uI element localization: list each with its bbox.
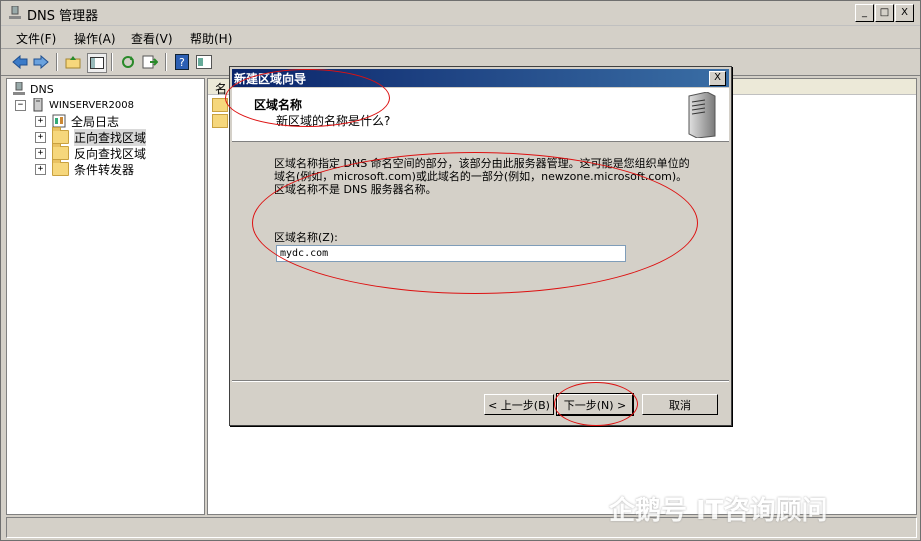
title-bar[interactable]: DNS 管理器 _ □ X <box>1 1 920 26</box>
folder-icon <box>52 143 69 160</box>
expand-icon[interactable]: + <box>35 163 46 175</box>
menu-file[interactable]: 文件(F) <box>16 30 56 47</box>
toolbar-separator <box>111 53 113 71</box>
zone-name-description: 区域名称指定 DNS 命名空间的部分，该部分由此服务器管理。这可能是您组织单位的… <box>274 157 690 196</box>
dialog-close-button[interactable]: X <box>709 71 726 86</box>
folder-icon <box>212 98 228 112</box>
watermark: 企鹅号 IT咨询顾问 <box>609 496 828 526</box>
back-button[interactable]: < 上一步(B) <box>484 394 554 415</box>
tree-node-server[interactable]: − WINSERVER2008 <box>15 97 134 113</box>
zone-name-input[interactable] <box>276 245 626 262</box>
close-button[interactable]: X <box>895 4 914 22</box>
forward-arrow-icon[interactable] <box>32 53 50 71</box>
wizard-body: 区域名称指定 DNS 命名空间的部分，该部分由此服务器管理。这可能是您组织单位的… <box>232 143 729 379</box>
maximize-button[interactable]: □ <box>875 4 894 22</box>
up-folder-icon[interactable] <box>64 53 82 71</box>
dns-app-icon <box>9 6 21 19</box>
folder-icon <box>52 127 69 144</box>
window-title: DNS 管理器 <box>27 9 99 24</box>
help-icon[interactable]: ? <box>173 53 191 71</box>
tree-label-conditional-forwarders: 条件转发器 <box>74 162 135 177</box>
wizard-page-title: 区域名称 <box>254 98 303 112</box>
computer-icon <box>33 98 43 112</box>
next-button[interactable]: 下一步(N) > <box>556 393 634 416</box>
console-tree: DNS − WINSERVER2008 + 全局日志 + 正向查找区域 + 反向… <box>6 78 205 515</box>
wizard-header: 区域名称 新区域的名称是什么? <box>232 88 729 142</box>
dialog-divider <box>232 380 729 382</box>
tree-label-server: WINSERVER2008 <box>49 99 134 111</box>
expand-icon[interactable]: + <box>35 115 46 127</box>
event-log-icon <box>52 114 66 128</box>
menu-action[interactable]: 操作(A) <box>74 30 116 47</box>
svg-text:?: ? <box>179 56 185 69</box>
dns-server-icon <box>13 82 25 95</box>
properties-icon[interactable] <box>195 53 213 71</box>
folder-icon <box>212 114 228 128</box>
wizard-page-subtitle: 新区域的名称是什么? <box>276 114 391 128</box>
expand-icon[interactable]: + <box>35 147 46 159</box>
column-header-name: 名 <box>215 82 228 96</box>
show-hide-console-tree-icon[interactable] <box>87 53 107 73</box>
folder-icon <box>52 159 69 176</box>
menu-help[interactable]: 帮助(H) <box>190 30 232 47</box>
tree-node-global-logs[interactable]: + 全局日志 <box>35 113 119 129</box>
menu-view[interactable]: 查看(V) <box>131 30 173 47</box>
collapse-icon[interactable]: − <box>15 99 26 111</box>
toolbar-separator <box>165 53 167 71</box>
cancel-button[interactable]: 取消 <box>642 394 718 415</box>
dialog-title: 新建区域向导 <box>234 72 307 86</box>
server-icon <box>688 92 716 138</box>
minimize-button[interactable]: _ <box>855 4 874 22</box>
tree-label-forward-lookup-zones: 正向查找区域 <box>74 128 147 146</box>
zone-name-label: 区域名称(Z): <box>274 231 338 244</box>
refresh-icon[interactable] <box>119 53 137 71</box>
tree-label-dns: DNS <box>30 82 54 96</box>
expand-icon[interactable]: + <box>35 131 46 143</box>
tree-node-conditional-forwarders[interactable]: + 条件转发器 <box>35 159 135 177</box>
tree-label-global-logs: 全局日志 <box>71 114 120 129</box>
tree-label-reverse-lookup-zones: 反向查找区域 <box>74 146 147 161</box>
tree-node-dns[interactable]: DNS <box>13 81 54 97</box>
back-arrow-icon[interactable] <box>11 53 29 71</box>
new-zone-wizard-dialog: 新建区域向导 X 区域名称 新区域的名称是什么? 区域名称指定 DNS 命名空间… <box>229 66 732 426</box>
dialog-title-bar[interactable]: 新建区域向导 X <box>232 69 729 87</box>
toolbar-separator <box>56 53 58 71</box>
menu-bar: 文件(F) 操作(A) 查看(V) 帮助(H) <box>1 26 920 49</box>
window-controls: _ □ X <box>854 4 914 22</box>
export-list-icon[interactable] <box>141 53 159 71</box>
